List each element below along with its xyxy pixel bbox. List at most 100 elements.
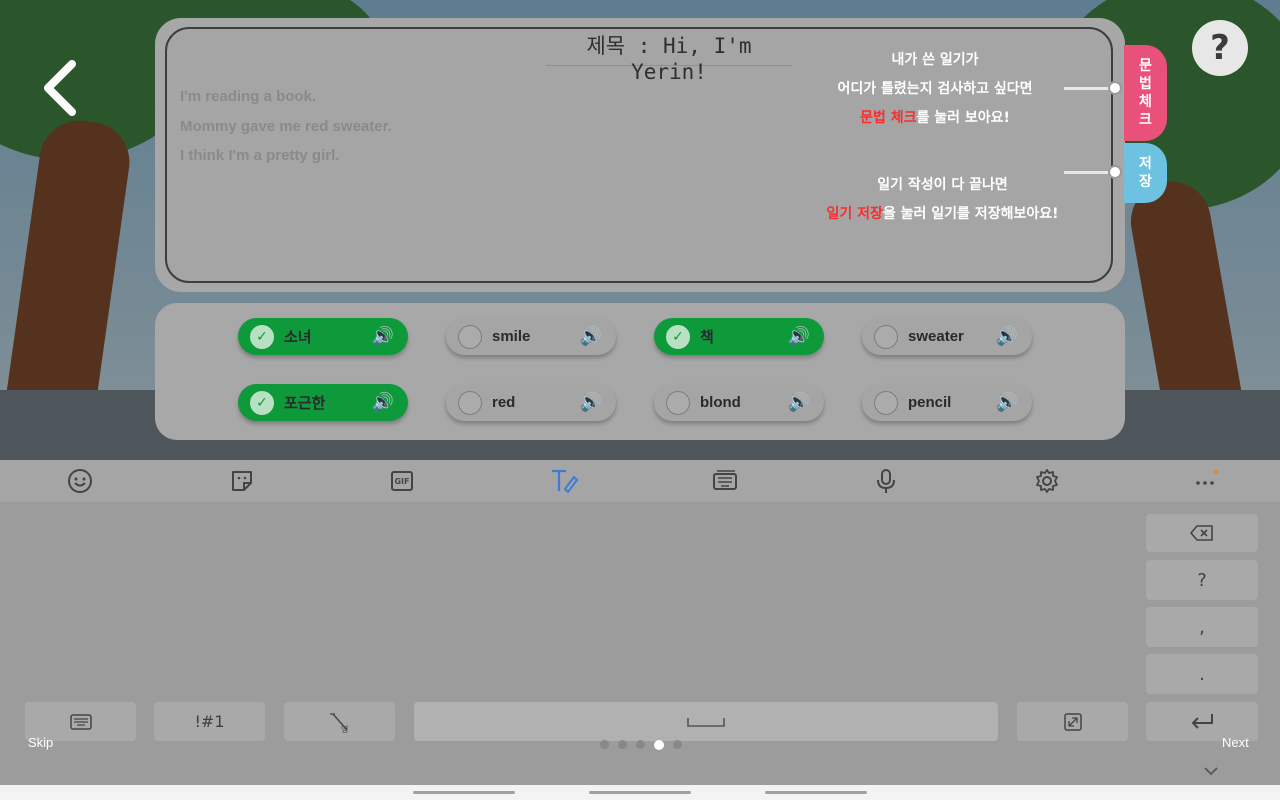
backspace-icon [1190,525,1213,541]
space-bar-icon [687,717,725,727]
speaker-icon[interactable]: 🔊 [578,326,604,347]
speaker-icon[interactable]: 🔊 [370,326,396,347]
chevron-down-icon [1204,767,1218,776]
word-chip[interactable]: pencil 🔊 [862,384,1032,421]
checkbox-icon[interactable] [458,390,482,415]
comma-key[interactable]: , [1146,607,1258,647]
tip-text: 를 눌러 보아요! [916,110,1010,126]
diary-line: I'm reading a book. [180,88,317,105]
symbols-key[interactable]: !#1 [154,702,265,741]
save-tab-char: 장 [1139,174,1152,190]
checkbox-icon[interactable]: ✓ [250,324,274,349]
save-tip-dot [1108,165,1122,179]
word-label: smile [492,328,531,345]
period-key[interactable]: . [1146,654,1258,694]
word-label: red [492,394,516,411]
checkbox-icon[interactable]: ✓ [250,390,274,415]
page-dot [636,740,645,749]
word-chip[interactable]: sweater 🔊 [862,318,1032,355]
tip-line: 일기 저장을 눌러 일기를 저장해보아요! [800,200,1085,229]
page-dot [618,740,627,749]
grammar-tab-char: 문 [1139,58,1152,74]
save-tip-connector [1064,171,1112,174]
tip-highlight: 일기 저장 [826,206,883,222]
checkbox-icon[interactable] [458,324,482,349]
tip-line: 내가 쓴 일기가 [891,52,979,68]
diary-line: Mommy gave me red sweater. [180,117,392,135]
word-label: sweater [908,328,964,345]
tip-line: 어디가 틀렸는지 검사하고 싶다면 [837,81,1033,97]
grammar-tab-char: 체 [1139,94,1152,110]
collapse-keyboard-button[interactable] [1202,765,1220,781]
tip-line: 문법 체크를 눌러 보아요! [810,104,1060,133]
word-chip[interactable]: ✓ 책 🔊 [654,318,824,355]
grammar-tab-char: 법 [1139,76,1152,92]
backspace-key[interactable] [1146,514,1258,552]
grammar-tip: 내가 쓴 일기가 어디가 틀렸는지 검사하고 싶다면 문법 체크를 눌러 보아요… [810,46,1060,133]
nav-handle[interactable] [413,791,515,794]
nav-handle[interactable] [589,791,691,794]
language-toggle-icon: 영 [329,712,348,734]
sticker-icon[interactable] [225,464,259,498]
speaker-icon[interactable]: 🔊 [786,392,812,413]
save-tip: 일기 작성이 다 끝나면 일기 저장을 눌러 일기를 저장해보아요! [800,171,1085,229]
grammar-tip-connector [1064,87,1112,90]
help-icon: ? [1210,28,1230,68]
speaker-icon[interactable]: 🔊 [994,392,1020,413]
tip-text: 을 눌러 일기를 저장해보아요! [882,206,1059,222]
speaker-icon[interactable]: 🔊 [370,392,396,413]
save-tab[interactable]: 저 장 [1124,143,1167,203]
checkbox-icon[interactable]: ✓ [666,324,690,349]
checkbox-icon[interactable] [874,324,898,349]
gif-icon[interactable]: GIF [385,464,419,498]
nav-handle[interactable] [765,791,867,794]
handwriting-icon[interactable] [547,464,581,498]
space-key[interactable] [414,702,998,741]
tip-line: 일기 작성이 다 끝나면 [877,177,1008,193]
page-dot [654,740,664,750]
clipboard-keyboard-icon[interactable] [708,464,742,498]
word-chip[interactable]: red 🔊 [446,384,616,421]
diary-title[interactable]: 제목 : Hi, I'm Yerin! [546,30,792,84]
speaker-icon[interactable]: 🔊 [786,326,812,347]
word-label: 포근한 [284,395,326,412]
page-dot [600,740,609,749]
question-key[interactable]: ? [1146,560,1258,600]
chevron-left-icon [44,60,76,116]
speaker-icon[interactable]: 🔊 [578,392,604,413]
enter-icon [1192,713,1213,729]
expand-icon [1063,712,1082,731]
next-button[interactable]: Next [1222,735,1249,750]
help-button[interactable]: ? [1192,20,1248,76]
back-button[interactable] [38,58,82,118]
keyboard-icon [69,713,92,730]
word-chip[interactable]: blond 🔊 [654,384,824,421]
word-label: pencil [908,394,952,411]
word-label: 책 [700,329,714,346]
skip-button[interactable]: Skip [28,735,53,750]
microphone-icon[interactable] [869,464,903,498]
checkbox-icon[interactable] [666,390,690,415]
language-switch-key[interactable]: 영 [284,702,395,741]
checkbox-icon[interactable] [874,390,898,415]
keyboard-toolbar [0,460,1280,502]
save-tab-char: 저 [1139,156,1152,172]
gif-label: GIF [394,476,410,486]
grammar-tip-dot [1108,81,1122,95]
diary-line: I think I'm a pretty girl. [180,147,340,164]
system-nav-bar [0,785,1280,800]
word-chip[interactable]: smile 🔊 [446,318,616,355]
emoji-icon[interactable] [63,464,97,498]
speaker-icon[interactable]: 🔊 [994,326,1020,347]
resize-keyboard-key[interactable] [1017,702,1128,741]
diary-body[interactable]: I'm reading a book. Mommy gave me red sw… [180,82,680,171]
page-dot [673,740,682,749]
word-label: 소녀 [284,329,312,346]
settings-icon[interactable] [1030,464,1064,498]
grammar-check-tab[interactable]: 문 법 체 크 [1124,45,1167,141]
grammar-tab-char: 크 [1139,112,1152,128]
word-chip[interactable]: ✓ 포근한 🔊 [238,384,408,421]
svg-text:영: 영 [341,724,348,734]
word-chip[interactable]: ✓ 소녀 🔊 [238,318,408,355]
more-icon[interactable] [1188,464,1222,498]
